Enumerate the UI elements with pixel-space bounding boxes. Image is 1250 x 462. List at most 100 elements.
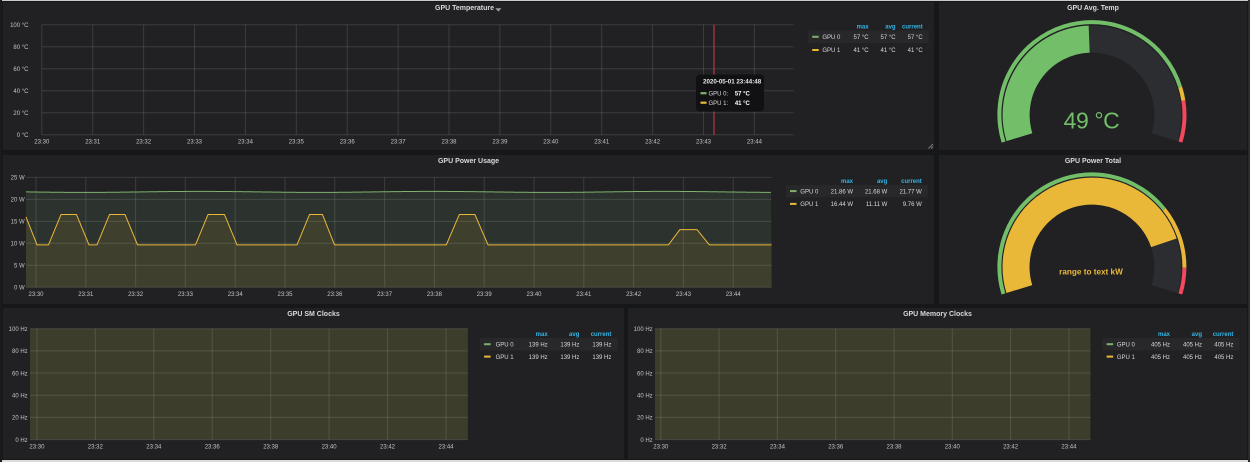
- svg-text:40 °C: 40 °C: [13, 89, 29, 95]
- svg-text:23:42: 23:42: [645, 140, 661, 146]
- svg-text:405 Hz: 405 Hz: [1183, 355, 1202, 361]
- svg-text:16.44 W: 16.44 W: [831, 202, 854, 208]
- svg-text:23:30: 23:30: [29, 444, 45, 450]
- svg-text:100 °C: 100 °C: [10, 23, 29, 29]
- svg-text:23:35: 23:35: [277, 292, 293, 298]
- svg-text:23:43: 23:43: [676, 292, 692, 298]
- svg-text:139 Hz: 139 Hz: [529, 355, 548, 361]
- svg-text:23:30: 23:30: [34, 140, 50, 146]
- svg-text:23:34: 23:34: [228, 292, 244, 298]
- svg-text:current: current: [591, 332, 612, 338]
- svg-text:9.76 W: 9.76 W: [903, 202, 922, 208]
- svg-text:GPU 0: GPU 0: [822, 35, 841, 41]
- svg-text:GPU 1:: GPU 1:: [709, 101, 729, 107]
- svg-text:0 Hz: 0 Hz: [640, 438, 652, 444]
- svg-text:41 °C: 41 °C: [854, 48, 870, 54]
- svg-text:0 °C: 0 °C: [17, 133, 29, 139]
- svg-text:0 W: 0 W: [14, 285, 25, 291]
- svg-text:GPU 0:: GPU 0:: [709, 92, 729, 98]
- svg-text:GPU 0: GPU 0: [1117, 342, 1136, 348]
- svg-text:GPU 1: GPU 1: [800, 202, 819, 208]
- svg-text:23:44: 23:44: [747, 140, 763, 146]
- svg-text:41 °C: 41 °C: [881, 48, 897, 54]
- svg-text:23:34: 23:34: [146, 444, 162, 450]
- svg-text:23:36: 23:36: [340, 140, 356, 146]
- svg-text:21.77 W: 21.77 W: [899, 189, 922, 195]
- svg-text:23:34: 23:34: [770, 444, 786, 450]
- svg-text:23:30: 23:30: [28, 292, 44, 298]
- svg-text:avg: avg: [877, 179, 888, 185]
- svg-text:100 Hz: 100 Hz: [634, 327, 653, 333]
- svg-text:80 °C: 80 °C: [13, 45, 29, 51]
- svg-text:23:36: 23:36: [327, 292, 343, 298]
- svg-text:23:44: 23:44: [1061, 444, 1077, 450]
- svg-text:40 Hz: 40 Hz: [637, 393, 653, 399]
- svg-text:15 W: 15 W: [11, 220, 25, 226]
- svg-text:23:38: 23:38: [441, 140, 457, 146]
- svg-text:139 Hz: 139 Hz: [529, 342, 548, 348]
- svg-text:57 °C: 57 °C: [735, 92, 751, 98]
- svg-text:23:41: 23:41: [594, 140, 610, 146]
- svg-text:11.11 W: 11.11 W: [866, 202, 888, 208]
- svg-text:57 °C: 57 °C: [908, 35, 924, 41]
- svg-text:23:33: 23:33: [178, 292, 194, 298]
- svg-text:GPU 0: GPU 0: [800, 189, 819, 195]
- svg-text:405 Hz: 405 Hz: [1214, 355, 1233, 361]
- svg-text:405 Hz: 405 Hz: [1214, 342, 1233, 348]
- svg-text:23:43: 23:43: [696, 140, 712, 146]
- svg-text:25 W: 25 W: [11, 176, 25, 182]
- svg-text:20 °C: 20 °C: [13, 111, 29, 117]
- svg-text:23:36: 23:36: [205, 444, 221, 450]
- svg-text:23:40: 23:40: [945, 444, 961, 450]
- svg-text:23:32: 23:32: [88, 444, 104, 450]
- svg-text:139 Hz: 139 Hz: [592, 342, 611, 348]
- svg-text:23:36: 23:36: [828, 444, 844, 450]
- svg-text:23:32: 23:32: [128, 292, 144, 298]
- svg-text:max: max: [536, 332, 549, 338]
- svg-text:57 °C: 57 °C: [854, 35, 870, 41]
- svg-text:23:32: 23:32: [136, 140, 152, 146]
- svg-text:23:31: 23:31: [78, 292, 94, 298]
- svg-text:23:37: 23:37: [391, 140, 407, 146]
- svg-text:60 Hz: 60 Hz: [12, 371, 28, 377]
- svg-text:100 Hz: 100 Hz: [9, 327, 28, 333]
- svg-text:23:42: 23:42: [626, 292, 642, 298]
- svg-text:80 Hz: 80 Hz: [12, 349, 28, 355]
- svg-text:405 Hz: 405 Hz: [1151, 342, 1170, 348]
- svg-text:49 °C: 49 °C: [1064, 108, 1120, 134]
- svg-text:max: max: [841, 179, 854, 185]
- svg-text:405 Hz: 405 Hz: [1183, 342, 1202, 348]
- svg-text:GPU 1: GPU 1: [496, 355, 515, 361]
- svg-text:avg: avg: [885, 25, 896, 31]
- svg-text:avg: avg: [569, 332, 580, 338]
- svg-text:23:41: 23:41: [576, 292, 592, 298]
- svg-text:10 W: 10 W: [11, 242, 25, 248]
- svg-text:GPU 0: GPU 0: [496, 342, 515, 348]
- svg-text:41 °C: 41 °C: [908, 48, 924, 54]
- svg-text:21.68 W: 21.68 W: [865, 189, 888, 195]
- svg-text:139 Hz: 139 Hz: [592, 355, 611, 361]
- svg-text:23:39: 23:39: [492, 140, 508, 146]
- svg-text:20 Hz: 20 Hz: [637, 416, 653, 422]
- svg-text:23:40: 23:40: [543, 140, 559, 146]
- svg-text:60 Hz: 60 Hz: [637, 371, 653, 377]
- svg-text:23:39: 23:39: [477, 292, 493, 298]
- svg-text:23:32: 23:32: [712, 444, 728, 450]
- svg-text:23:38: 23:38: [263, 444, 279, 450]
- svg-text:5 W: 5 W: [14, 263, 25, 269]
- svg-text:23:38: 23:38: [886, 444, 902, 450]
- svg-text:23:44: 23:44: [438, 444, 454, 450]
- svg-text:max: max: [857, 25, 870, 31]
- svg-text:40 Hz: 40 Hz: [12, 393, 28, 399]
- svg-text:20 Hz: 20 Hz: [12, 416, 28, 422]
- svg-text:23:34: 23:34: [238, 140, 254, 146]
- svg-text:23:42: 23:42: [380, 444, 396, 450]
- svg-text:60 °C: 60 °C: [13, 67, 29, 73]
- svg-text:80 Hz: 80 Hz: [637, 349, 653, 355]
- svg-text:21.86 W: 21.86 W: [831, 189, 854, 195]
- svg-text:405 Hz: 405 Hz: [1151, 355, 1170, 361]
- svg-text:23:42: 23:42: [1003, 444, 1019, 450]
- svg-text:20 W: 20 W: [11, 198, 25, 204]
- svg-text:23:35: 23:35: [289, 140, 305, 146]
- svg-text:current: current: [902, 25, 923, 31]
